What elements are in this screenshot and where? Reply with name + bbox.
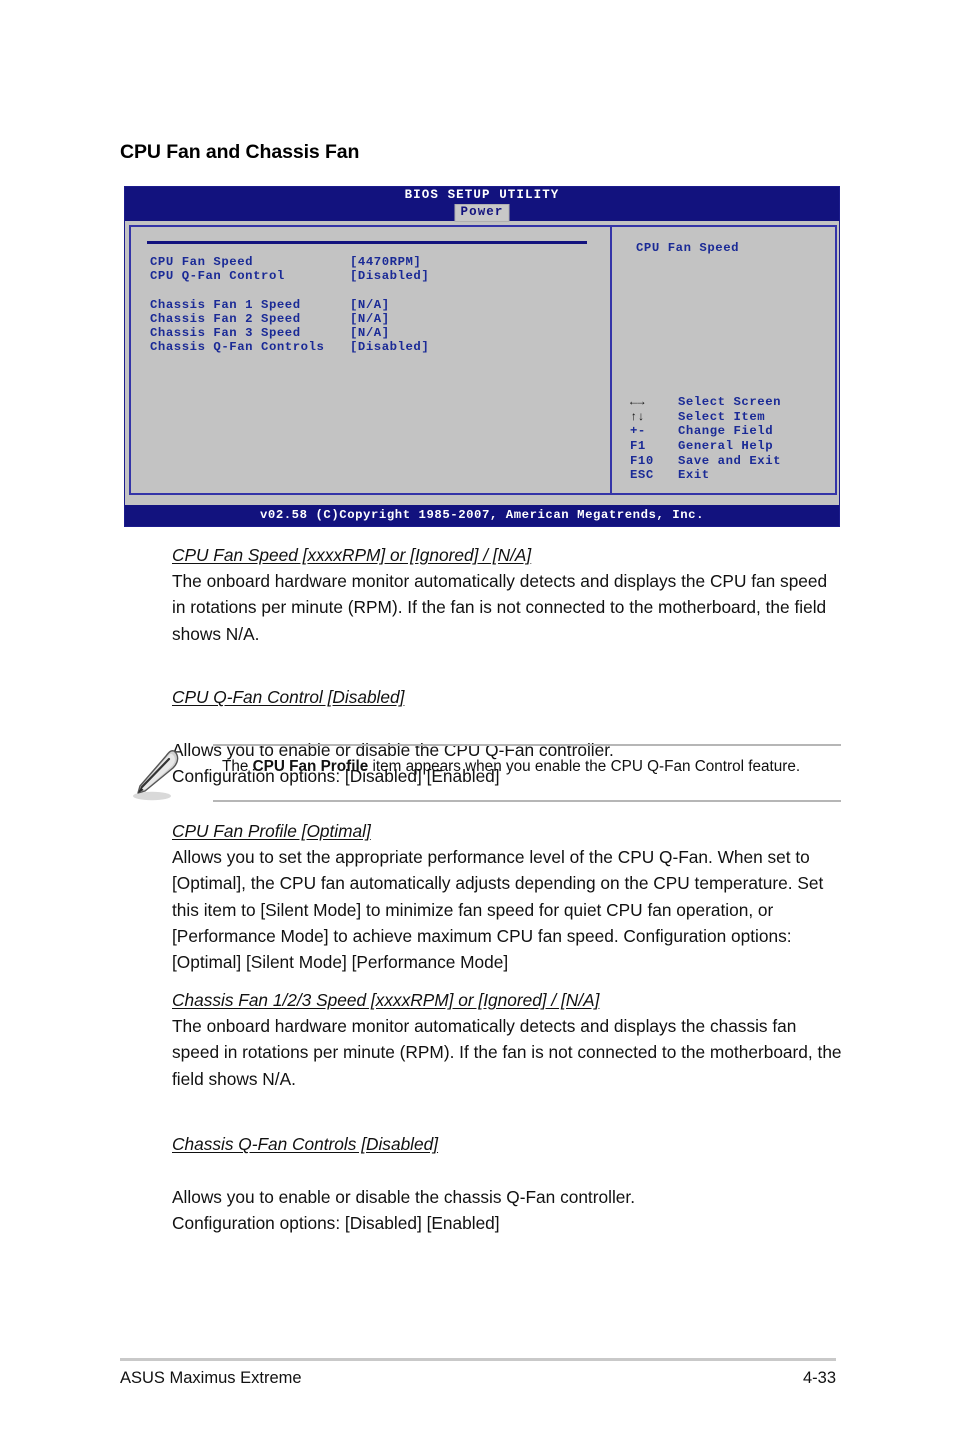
esc-key: ESC — [630, 468, 654, 483]
bios-item-value: [4470RPM] — [350, 255, 422, 269]
legend-row-select-item: ↑↓ Select Item — [630, 410, 830, 425]
legend-row-save-and-exit: F10 Save and Exit — [630, 454, 830, 469]
bios-item-list: CPU Fan Speed [4470RPM] CPU Q-Fan Contro… — [150, 255, 600, 354]
legend-label: Save and Exit — [678, 453, 782, 468]
legend-label: Exit — [678, 468, 710, 483]
subsection-body: Allows you to enable or disable the chas… — [172, 1186, 635, 1233]
bios-tab-power[interactable]: Power — [454, 204, 510, 222]
up-down-arrow-icon: ↑↓ — [630, 409, 645, 424]
note-text: The CPU Fan Profile item appears when yo… — [222, 755, 837, 778]
bios-item-label: CPU Q-Fan Control — [150, 269, 285, 283]
legend-row-select-screen: ←→ Select Screen — [630, 395, 830, 410]
bios-item-value: [N/A] — [350, 312, 390, 326]
bios-item-row[interactable]: CPU Q-Fan Control [Disabled] — [150, 269, 600, 298]
bios-item-value: [N/A] — [350, 298, 390, 312]
f10-key: F10 — [630, 453, 654, 468]
bios-header: BIOS SETUP UTILITY Power — [125, 187, 839, 222]
f1-key: F1 — [630, 439, 646, 454]
document-page: CPU Fan and Chassis Fan BIOS SETUP UTILI… — [0, 0, 954, 1438]
note-text-bold: CPU Fan Profile — [252, 758, 369, 775]
bios-item-row[interactable]: CPU Fan Speed [4470RPM] — [150, 255, 600, 269]
section-cpu-fan-profile: CPU Fan Profile [Optimal] Allows you to … — [172, 818, 842, 975]
subsection-heading: CPU Fan Speed [xxxxRPM] or [Ignored] / [… — [172, 545, 532, 565]
subsection-body: The onboard hardware monitor automatical… — [172, 571, 828, 644]
bios-copyright-bar: v02.58 (C)Copyright 1985-2007, American … — [125, 505, 839, 526]
bios-item-row[interactable]: Chassis Fan 1 Speed [N/A] — [150, 298, 600, 312]
note-top-rule — [213, 744, 841, 746]
bios-item-value: [N/A] — [350, 326, 390, 340]
plus-minus-key: +- — [630, 424, 646, 439]
legend-row-change-field: +- Change Field — [630, 424, 830, 439]
bios-help-pane: CPU Fan Speed ←→ Select Screen ↑↓ Select… — [612, 227, 835, 493]
bios-item-label: Chassis Q-Fan Controls — [150, 340, 325, 354]
legend-row-exit: ESC Exit — [630, 468, 830, 483]
legend-label: Select Item — [678, 409, 766, 424]
bios-item-row[interactable]: Chassis Fan 3 Speed [N/A] — [150, 326, 600, 340]
page-title: CPU Fan and Chassis Fan — [120, 141, 360, 163]
subsection-heading: Chassis Q-Fan Controls [Disabled] — [172, 1134, 439, 1155]
pencil-note-icon — [125, 746, 189, 804]
legend-label: Change Field — [678, 424, 774, 439]
footer-product-name: ASUS Maximus Extreme — [120, 1369, 302, 1387]
note-bottom-rule — [213, 800, 841, 802]
footer-page-number: 4-33 — [802, 1369, 836, 1387]
section-cpu-qfan-control: CPU Q-Fan Control [Disabled] Allows you … — [172, 658, 842, 815]
note-text-before: The — [222, 758, 253, 775]
bios-item-label: CPU Fan Speed — [150, 255, 254, 269]
legend-label: General Help — [678, 439, 774, 454]
bios-item-row[interactable]: Chassis Q-Fan Controls [Disabled] — [150, 340, 600, 354]
note-text-after: item appears when you enable the CPU Q-F… — [368, 758, 801, 775]
bios-body: CPU Fan Speed [4470RPM] CPU Q-Fan Contro… — [129, 225, 837, 495]
bios-setup-screenshot: BIOS SETUP UTILITY Power CPU Fan Speed [… — [124, 186, 840, 527]
bios-help-title: CPU Fan Speed — [636, 241, 740, 255]
subsection-body: Allows you to set the appropriate perfor… — [172, 847, 824, 973]
bios-title: BIOS SETUP UTILITY — [404, 188, 560, 202]
legend-row-general-help: F1 General Help — [630, 439, 830, 454]
bios-item-label: Chassis Fan 2 Speed — [150, 312, 301, 326]
bios-divider-rule — [147, 241, 587, 244]
subsection-body: The onboard hardware monitor automatical… — [172, 1016, 842, 1089]
subsection-heading: Chassis Fan 1/2/3 Speed [xxxxRPM] or [Ig… — [172, 990, 600, 1010]
bios-item-label: Chassis Fan 1 Speed — [150, 298, 301, 312]
subsection-heading: CPU Q-Fan Control [Disabled] — [172, 687, 405, 708]
subsection-heading: CPU Fan Profile [Optimal] — [172, 821, 371, 841]
bios-key-legend: ←→ Select Screen ↑↓ Select Item +- Chang… — [630, 395, 830, 483]
section-cpu-fan-speed: CPU Fan Speed [xxxxRPM] or [Ignored] / [… — [172, 542, 842, 647]
bios-item-label: Chassis Fan 3 Speed — [150, 326, 301, 340]
section-chassis-qfan-controls: Chassis Q-Fan Controls [Disabled] Allows… — [172, 1105, 842, 1262]
footer-rule — [120, 1358, 836, 1361]
left-right-arrow-icon: ←→ — [630, 395, 645, 409]
bios-item-row[interactable]: Chassis Fan 2 Speed [N/A] — [150, 312, 600, 326]
bios-settings-pane: CPU Fan Speed [4470RPM] CPU Q-Fan Contro… — [131, 227, 612, 493]
legend-label: Select Screen — [678, 395, 782, 409]
section-chassis-fan-speed: Chassis Fan 1/2/3 Speed [xxxxRPM] or [Ig… — [172, 987, 842, 1092]
bios-item-value: [Disabled] — [350, 340, 430, 354]
bios-item-value: [Disabled] — [350, 269, 430, 283]
